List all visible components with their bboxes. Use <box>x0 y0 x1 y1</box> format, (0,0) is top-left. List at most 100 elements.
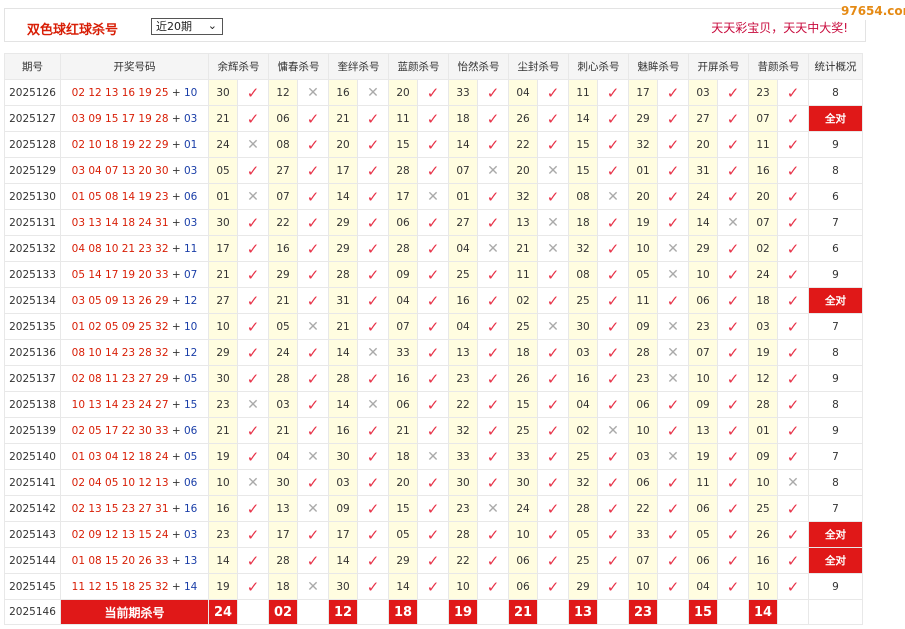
result-mark-cell: ✕ <box>237 131 269 158</box>
period-range-select[interactable]: 近20期 ⌄ <box>151 18 223 35</box>
check-icon: ✓ <box>306 187 320 206</box>
check-icon: ✓ <box>306 213 320 232</box>
result-mark-cell: ✕ <box>537 235 569 262</box>
check-icon: ✓ <box>486 135 500 154</box>
check-icon: ✓ <box>726 447 740 466</box>
kill-number-cell: 33 <box>448 443 478 470</box>
check-icon: ✓ <box>306 239 320 258</box>
check-icon: ✓ <box>726 551 740 570</box>
blue-ball: 01 <box>183 138 198 151</box>
result-mark-cell: ✕ <box>357 79 389 106</box>
check-icon: ✓ <box>366 369 380 388</box>
table-row: 2025133 05 14 17 19 20 33 + 07 21 ✓ 29 ✓ 28 ✓ 09… <box>4 261 863 288</box>
kill-number-cell: 07 <box>448 157 478 184</box>
result-mark-cell: ✓ <box>237 235 269 262</box>
kill-number-cell: 05 <box>568 521 598 548</box>
plus-sign: + <box>168 502 184 515</box>
result-mark-cell: ✓ <box>297 261 329 288</box>
draw-numbers-cell: 02 10 18 19 22 29 + 01 <box>60 131 209 158</box>
result-mark-cell: ✓ <box>237 547 269 574</box>
kill-number-cell: 16 <box>748 157 778 184</box>
red-balls: 11 12 15 18 25 32 <box>71 580 169 593</box>
blue-ball: 13 <box>183 554 198 567</box>
result-mark-cell: ✕ <box>537 157 569 184</box>
check-icon: ✓ <box>486 213 500 232</box>
result-mark-cell: ✓ <box>417 365 449 392</box>
kill-number-cell: 02 <box>508 287 538 314</box>
cross-icon: ✕ <box>247 474 259 491</box>
result-mark-cell: ✓ <box>657 417 689 444</box>
check-icon: ✓ <box>786 135 800 154</box>
kill-number-cell: 18 <box>268 573 298 600</box>
result-mark-cell: ✕ <box>657 365 689 392</box>
table-row: 2025126 02 12 13 16 19 25 + 10 30 ✓ 12 ✕ 16 ✕ 20… <box>4 79 863 106</box>
empty-cell <box>597 599 629 625</box>
draw-numbers-cell: 05 14 17 19 20 33 + 07 <box>60 261 209 288</box>
result-mark-cell: ✕ <box>417 443 449 470</box>
result-mark-cell: ✓ <box>417 261 449 288</box>
kill-number-cell: 28 <box>388 157 418 184</box>
check-icon: ✓ <box>306 525 320 544</box>
result-mark-cell: ✓ <box>477 313 509 340</box>
check-icon: ✓ <box>426 551 440 570</box>
result-mark-cell: ✓ <box>777 287 809 314</box>
blue-ball: 06 <box>183 424 198 437</box>
cross-icon: ✕ <box>607 422 619 439</box>
kill-number-cell: 03 <box>628 443 658 470</box>
kill-number-cell: 03 <box>268 391 298 418</box>
cross-icon: ✕ <box>487 240 499 257</box>
draw-numbers-cell: 02 12 13 16 19 25 + 10 <box>60 79 209 106</box>
kill-number-cell: 01 <box>448 183 478 210</box>
check-icon: ✓ <box>366 291 380 310</box>
result-mark-cell: ✓ <box>237 365 269 392</box>
check-icon: ✓ <box>666 525 680 544</box>
check-icon: ✓ <box>306 161 320 180</box>
check-icon: ✓ <box>366 577 380 596</box>
result-mark-cell: ✓ <box>657 573 689 600</box>
kill-number-cell: 33 <box>388 339 418 366</box>
result-mark-cell: ✓ <box>717 313 749 340</box>
table-row: 2025130 01 05 08 14 19 23 + 06 01 ✕ 07 ✓ 14 ✓ 17… <box>4 183 863 210</box>
result-mark-cell: ✓ <box>597 521 629 548</box>
all-correct-badge: 全对 <box>808 547 863 574</box>
result-mark-cell: ✓ <box>717 157 749 184</box>
check-icon: ✓ <box>366 135 380 154</box>
check-icon: ✓ <box>606 499 620 518</box>
result-mark-cell: ✓ <box>297 131 329 158</box>
result-mark-cell: ✓ <box>477 339 509 366</box>
kill-number-cell: 16 <box>328 417 358 444</box>
blue-ball: 12 <box>183 346 198 359</box>
check-icon: ✓ <box>306 343 320 362</box>
header-bar: 双色球红球杀号 近20期 ⌄ 天天彩宝贝，天天中大奖! <box>4 8 866 42</box>
column-header: 昔颜杀号 <box>748 53 809 80</box>
stat-count-cell: 6 <box>808 183 863 210</box>
check-icon: ✓ <box>246 161 260 180</box>
kill-number-cell: 29 <box>568 573 598 600</box>
kill-number-cell: 19 <box>208 573 238 600</box>
check-icon: ✓ <box>366 239 380 258</box>
check-icon: ✓ <box>786 109 800 128</box>
check-icon: ✓ <box>606 83 620 102</box>
kill-number-cell: 21 <box>388 417 418 444</box>
period-cell: 2025139 <box>4 417 61 444</box>
red-balls: 02 13 15 23 27 31 <box>71 502 169 515</box>
kill-number-cell: 20 <box>328 131 358 158</box>
check-icon: ✓ <box>426 473 440 492</box>
current-kill-number: 02 <box>268 599 298 625</box>
kill-number-cell: 07 <box>688 339 718 366</box>
kill-number-cell: 14 <box>328 391 358 418</box>
result-mark-cell: ✓ <box>357 105 389 132</box>
kill-number-cell: 12 <box>268 79 298 106</box>
check-icon: ✓ <box>726 343 740 362</box>
kill-number-cell: 14 <box>688 209 718 236</box>
plus-sign: + <box>168 450 184 463</box>
draw-numbers-cell: 02 13 15 23 27 31 + 16 <box>60 495 209 522</box>
kill-number-cell: 21 <box>268 287 298 314</box>
cross-icon: ✕ <box>667 266 679 283</box>
kill-number-cell: 04 <box>688 573 718 600</box>
check-icon: ✓ <box>666 473 680 492</box>
result-mark-cell: ✓ <box>297 287 329 314</box>
result-mark-cell: ✓ <box>777 443 809 470</box>
check-icon: ✓ <box>246 109 260 128</box>
kill-number-cell: 02 <box>568 417 598 444</box>
